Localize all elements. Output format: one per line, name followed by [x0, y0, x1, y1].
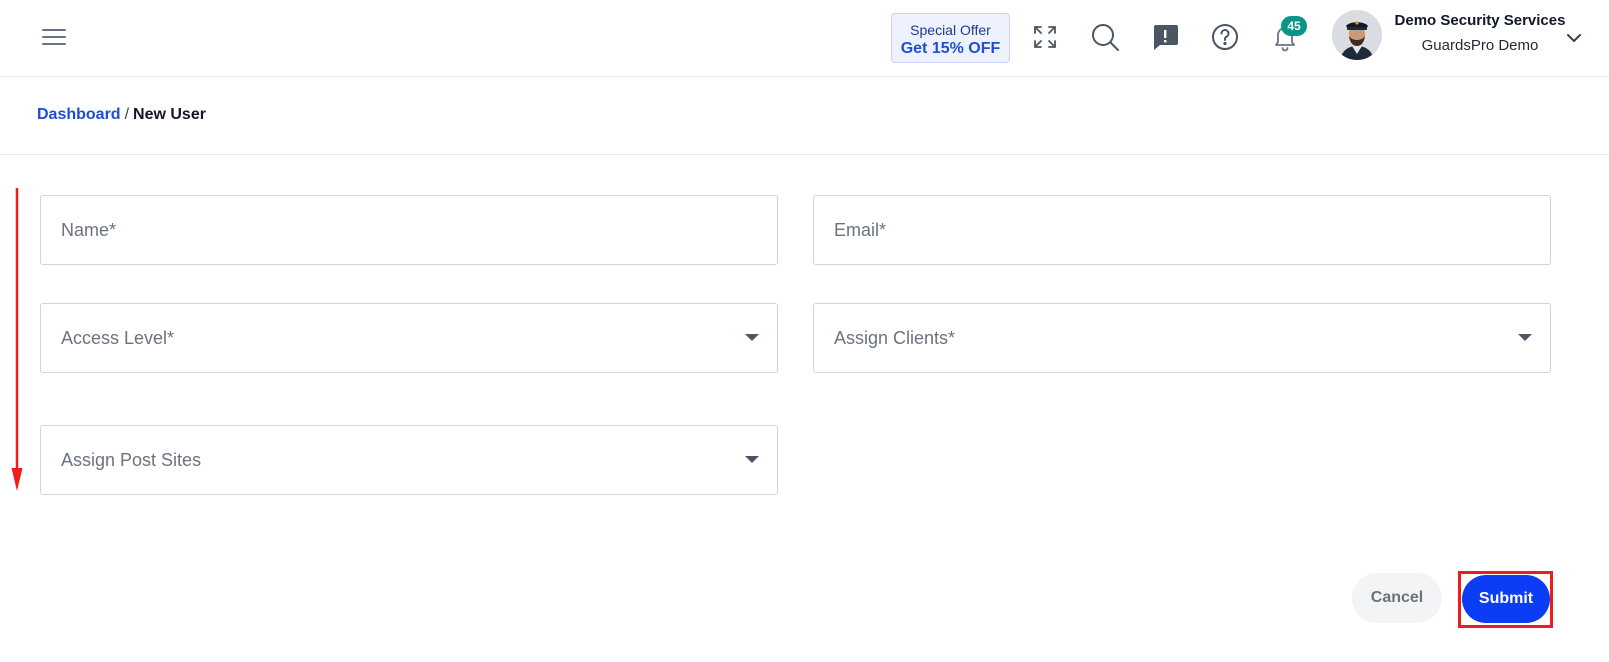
breadcrumb-separator: /	[124, 106, 130, 123]
notification-count-badge: 45	[1281, 16, 1307, 36]
access-level-placeholder: Access Level*	[61, 328, 175, 348]
chevron-down-icon[interactable]	[1564, 28, 1584, 48]
submit-button[interactable]: Submit	[1462, 575, 1550, 623]
email-field[interactable]	[813, 195, 1551, 265]
scroll-down-arrow-annotation	[8, 186, 28, 492]
name-input[interactable]	[41, 196, 777, 264]
fullscreen-icon[interactable]	[1030, 22, 1060, 52]
special-offer-button[interactable]: Special Offer Get 15% OFF	[891, 13, 1010, 63]
email-input[interactable]	[814, 196, 1550, 264]
name-field[interactable]	[40, 195, 778, 265]
search-icon[interactable]	[1090, 22, 1120, 52]
user-org-name: GuardsPro Demo	[1421, 37, 1539, 54]
breadcrumb-bar: Dashboard / New User	[0, 77, 1609, 155]
avatar[interactable]	[1332, 10, 1382, 60]
hamburger-menu-icon[interactable]	[42, 26, 68, 48]
dropdown-caret-icon	[745, 334, 759, 341]
assign-post-sites-placeholder: Assign Post Sites	[61, 450, 202, 470]
user-company-name: Demo Security Services	[1394, 12, 1566, 29]
offer-discount: Get 15% OFF	[900, 40, 1001, 57]
assign-clients-select[interactable]: Assign Clients*	[813, 303, 1551, 373]
assign-clients-placeholder: Assign Clients*	[834, 328, 956, 348]
cancel-button[interactable]: Cancel	[1352, 573, 1442, 623]
dropdown-caret-icon	[745, 456, 759, 463]
offer-title: Special Offer	[910, 22, 991, 38]
top-bar: Special Offer Get 15% OFF 45 Demo Securi…	[0, 0, 1609, 77]
assign-post-sites-select[interactable]: Assign Post Sites	[40, 425, 778, 495]
access-level-select[interactable]: Access Level*	[40, 303, 778, 373]
feedback-icon[interactable]	[1150, 22, 1180, 52]
help-icon[interactable]	[1210, 22, 1240, 52]
breadcrumb-dashboard-link[interactable]: Dashboard	[37, 106, 121, 123]
breadcrumb: Dashboard / New User	[37, 106, 206, 124]
dropdown-caret-icon	[1518, 334, 1532, 341]
breadcrumb-current: New User	[133, 106, 206, 123]
